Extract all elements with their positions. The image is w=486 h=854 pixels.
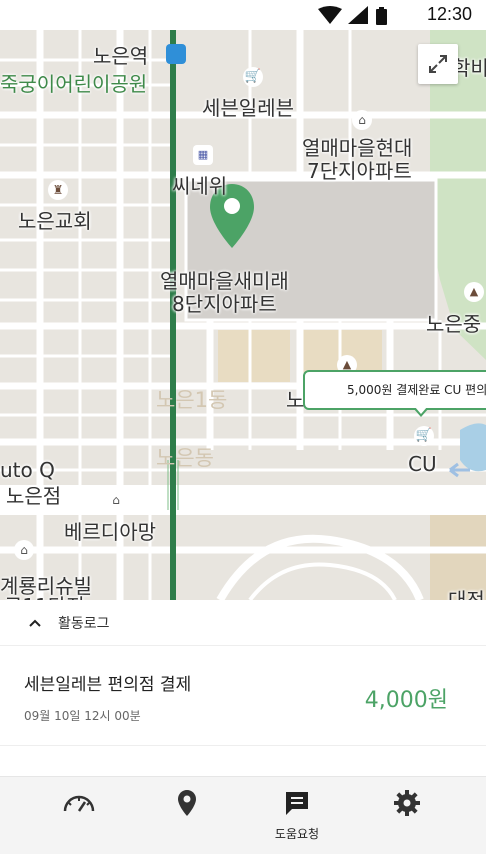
location-pin-icon [177,789,197,817]
map-label-apartment: 로11다지 [4,590,85,600]
church-icon[interactable]: ♜ [48,180,68,200]
apartment-icon[interactable]: ⌂ [352,110,372,130]
map-label-cinema: 씨네위 [172,174,228,198]
map-label-store: 노은점 [6,484,62,508]
convenience-store-icon[interactable]: 🛒 [414,426,434,446]
map-label-apartment: 7단지아파트 [307,159,412,183]
cell-signal-icon [348,6,368,24]
map-label-store: uto Q [0,458,55,482]
map-label-apartment: 베르디아망 [64,520,156,544]
log-item-date: 09월 10일 12시 00분 [24,709,141,723]
map-label-place: 대전 [448,588,485,600]
map-label-cu: CU [408,452,437,476]
convenience-store-icon[interactable]: 🛒 [243,67,263,87]
expand-icon [429,55,447,73]
nav-dashboard[interactable] [24,777,134,854]
app-screen: 12:30 🛒 ⌂ ▦ ♜ ▲ ▲ ⌂ ⌂ 🛒 노은역 죽궁이어린이공원 세븐일… [0,0,486,854]
school-icon[interactable]: ▲ [464,282,484,302]
tooltip-tail-inner [415,407,427,414]
speedometer-icon [62,789,96,817]
cinema-icon[interactable]: ▦ [193,145,213,165]
map-view[interactable]: 🛒 ⌂ ▦ ♜ ▲ ▲ ⌂ ⌂ 🛒 노은역 죽궁이어린이공원 세븐일레븐 열매마… [0,30,486,600]
battery-icon [376,9,387,25]
status-bar: 12:30 [0,0,486,30]
chat-icon [283,789,311,817]
nav-help-request-label: 도움요청 [274,827,320,841]
wifi-icon [318,6,342,24]
map-label-station: 노은역 [93,44,149,68]
bottom-nav: 도움요청 [0,776,486,854]
map-label-apartment: 8단지아파트 [172,292,277,316]
map-label-district: 노은1동 [156,388,228,412]
status-time: 12:30 [426,4,472,24]
log-item-amount: 4,000원 [364,688,448,713]
activity-log-toggle[interactable]: 활동로그 [0,600,486,646]
map-label-church: 노은교회 [18,209,92,233]
gear-icon [393,789,421,817]
activity-log-item[interactable]: 세븐일레븐 편의점 결제 09월 10일 12시 00분 4,000원 [0,646,486,746]
nav-location[interactable] [132,777,242,854]
status-icons [318,6,398,30]
apartment-icon[interactable]: ⌂ [106,490,126,510]
map-label-park: 죽궁이어린이공원 [0,72,148,96]
expand-map-button[interactable] [418,44,458,84]
map-label-seven-eleven: 세븐일레븐 [202,96,294,120]
map-label-school: 노은중 [426,312,482,336]
nav-help-request[interactable]: 도움요청 [242,777,352,854]
payment-tooltip[interactable]: 5,000원 결제완료 CU 편의 [303,370,486,410]
activity-log-label: 활동로그 [58,615,110,632]
map-label-district: 노은동 [156,446,214,470]
subway-station-icon[interactable] [166,44,186,64]
apartment-icon[interactable]: ⌂ [14,540,34,560]
nav-settings[interactable] [352,777,462,854]
chevron-up-icon [28,618,46,628]
log-item-title: 세븐일레븐 편의점 결제 [24,675,192,695]
map-label-school: 노 [286,388,305,412]
